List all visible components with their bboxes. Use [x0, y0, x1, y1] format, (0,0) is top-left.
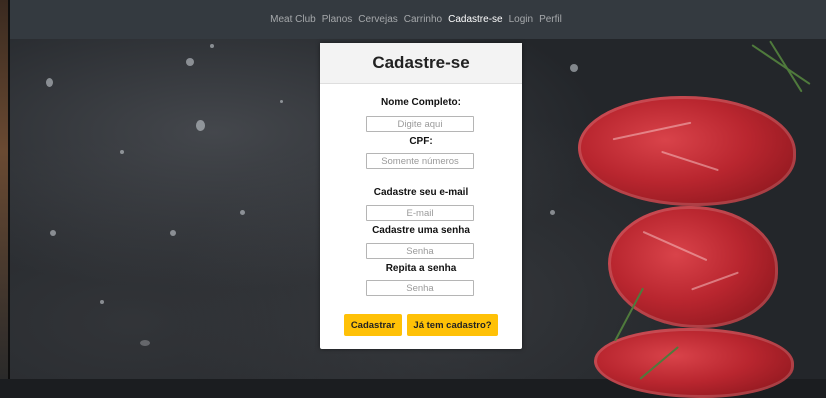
- submit-button[interactable]: Cadastrar: [344, 314, 402, 336]
- cpf-label: CPF:: [409, 136, 433, 147]
- password-label: Cadastre uma senha: [372, 225, 470, 236]
- nav-link-cadastre-se[interactable]: Cadastre-se: [448, 14, 502, 25]
- steak-image-bottom: [594, 328, 794, 398]
- email-input[interactable]: [366, 205, 474, 221]
- navbar: Meat Club Planos Cervejas Carrinho Cadas…: [10, 0, 826, 39]
- nav-link-meat-club[interactable]: Meat Club: [270, 14, 316, 25]
- name-label: Nome Completo:: [381, 97, 461, 108]
- card-header: Cadastre-se: [320, 43, 522, 84]
- nav-link-login[interactable]: Login: [509, 14, 533, 25]
- login-redirect-button[interactable]: Já tem cadastro?: [407, 314, 498, 336]
- cpf-input[interactable]: [366, 153, 474, 169]
- signup-form-card: Cadastre-se Nome Completo: CPF: Cadastre…: [320, 43, 522, 349]
- nav-link-planos[interactable]: Planos: [322, 14, 353, 25]
- repeat-password-input[interactable]: [366, 280, 474, 296]
- form-title: Cadastre-se: [372, 53, 470, 72]
- left-edge-strip: [0, 0, 10, 379]
- email-label: Cadastre seu e-mail: [373, 187, 469, 198]
- nav-link-perfil[interactable]: Perfil: [539, 14, 562, 25]
- password-input[interactable]: [366, 243, 474, 259]
- name-input[interactable]: [366, 116, 474, 132]
- nav-links: Meat Club Planos Cervejas Carrinho Cadas…: [270, 14, 562, 25]
- repeat-password-label: Repita a senha: [385, 263, 457, 274]
- nav-link-cervejas[interactable]: Cervejas: [358, 14, 397, 25]
- nav-link-carrinho[interactable]: Carrinho: [404, 14, 442, 25]
